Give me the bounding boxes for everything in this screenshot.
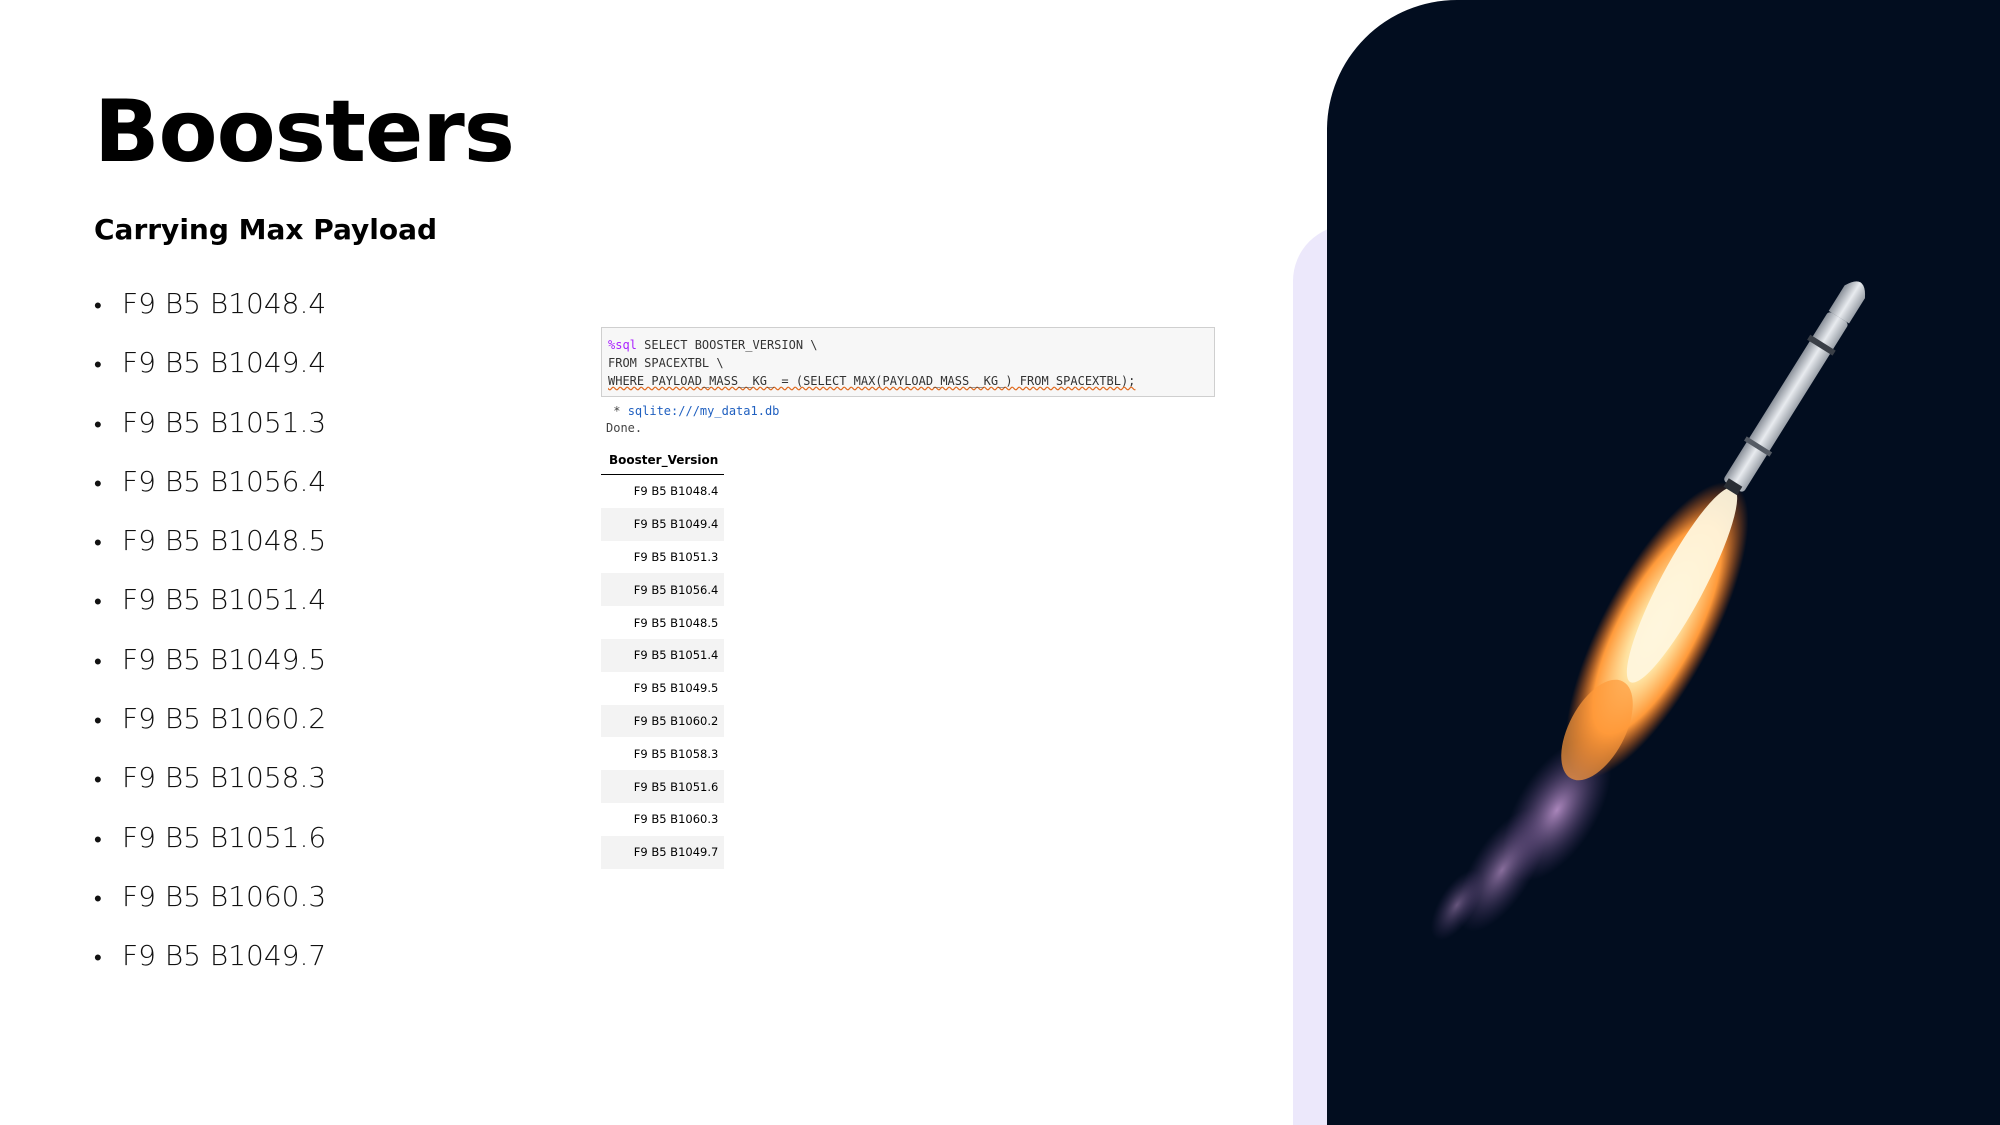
booster-bullet-text: F9 B5 B1051.3 <box>122 405 327 439</box>
booster-bullet-text: F9 B5 B1060.2 <box>122 702 327 736</box>
table-cell-booster-version: F9 B5 B1051.4 <box>601 638 725 672</box>
table-cell-booster-version: F9 B5 B1060.3 <box>633 812 719 827</box>
bullet-dot: • <box>94 886 102 912</box>
booster-bullet-item: • F9 B5 B1048.4 <box>94 282 326 341</box>
booster-bullet-text: F9 B5 B1060.3 <box>122 879 327 913</box>
table-cell-booster-version: F9 B5 B1048.4 <box>633 484 719 499</box>
booster-bullet-item: • F9 B5 B1051.3 <box>94 401 326 460</box>
bullet-dot: • <box>94 590 102 616</box>
sql-magic-keyword: %sql <box>608 338 637 352</box>
booster-bullet-list: • F9 B5 B1048.4 • F9 B5 B1049.4 • F9 B5 B1051… <box>94 282 326 994</box>
bullet-dot: • <box>94 827 102 853</box>
booster-bullet-item: • F9 B5 B1056.4 <box>94 460 326 519</box>
table-cell-booster-version: F9 B5 B1058.3 <box>633 746 719 761</box>
table-row: F9 B5 B1060.2 <box>601 704 725 738</box>
booster-bullet-text: F9 B5 B1051.6 <box>122 820 327 854</box>
table-row: F9 B5 B1051.6 <box>601 770 725 803</box>
table-row: F9 B5 B1049.4 <box>601 507 725 541</box>
booster-bullet-text: F9 B5 B1049.5 <box>122 642 327 676</box>
booster-bullet-text: F9 B5 B1049.7 <box>122 939 327 973</box>
bullet-dot: • <box>94 768 102 794</box>
done-status: Done. <box>606 421 643 435</box>
cell-output: * sqlite:///my_data1.db Done. <box>601 403 1215 437</box>
booster-bullet-item: • F9 B5 B1049.7 <box>94 934 326 993</box>
result-table: Booster_Version F9 B5 B1048.4 F9 B5 B1049… <box>601 447 725 869</box>
bullet-dot: • <box>94 412 102 438</box>
table-row: F9 B5 B1051.4 <box>601 638 725 672</box>
slide-title: Boosters <box>94 82 515 182</box>
table-cell-booster-version: F9 B5 B1048.5 <box>633 615 719 630</box>
booster-bullet-item: • F9 B5 B1058.3 <box>94 756 326 815</box>
booster-bullet-text: F9 B5 B1049.4 <box>122 346 327 380</box>
booster-bullet-text: F9 B5 B1048.4 <box>122 287 327 320</box>
booster-bullet-item: • F9 B5 B1051.6 <box>94 816 326 875</box>
booster-bullet-text: F9 B5 B1051.4 <box>122 583 327 617</box>
bullet-dot: • <box>94 946 102 972</box>
result-table-header-row: Booster_Version <box>601 447 725 475</box>
table-cell-booster-version: F9 B5 B1049.4 <box>601 507 725 541</box>
code-line-2: FROM SPACEXTBL \ <box>608 356 724 370</box>
slide-subtitle: Carrying Max Payload <box>94 213 438 246</box>
table-cell-booster-version: F9 B5 B1060.2 <box>601 704 725 738</box>
table-cell-booster-version: F9 B5 B1051.6 <box>601 770 725 803</box>
bullet-dot: • <box>94 649 102 675</box>
bullet-dot: • <box>94 531 102 557</box>
table-row: F9 B5 B1049.5 <box>601 672 724 705</box>
booster-bullet-item: • F9 B5 B1049.5 <box>94 638 326 697</box>
connection-prefix: * <box>606 404 628 418</box>
table-row: F9 B5 B1048.4 <box>601 475 724 508</box>
table-row: F9 B5 B1058.3 <box>601 737 724 770</box>
rocket-launch-photo <box>1327 0 2000 1125</box>
code-line-1-rest: SELECT BOOSTER_VERSION \ <box>636 338 818 352</box>
booster-bullet-item: • F9 B5 B1060.2 <box>94 697 326 756</box>
connection-line: * sqlite:///my_data1.db <box>606 403 1215 420</box>
booster-bullet-item: • F9 B5 B1049.4 <box>94 341 326 400</box>
booster-bullet-text: F9 B5 B1056.4 <box>122 464 327 498</box>
bullet-dot: • <box>94 353 102 379</box>
table-cell-booster-version: F9 B5 B1049.7 <box>601 835 725 869</box>
table-cell-booster-version: F9 B5 B1049.5 <box>633 681 719 696</box>
table-row: F9 B5 B1056.4 <box>601 573 725 607</box>
table-row: F9 B5 B1051.3 <box>601 541 724 574</box>
bullet-dot: • <box>94 471 102 497</box>
rocket-illustration <box>1430 281 1865 941</box>
code-line-3: WHERE PAYLOAD_MASS__KG_ = (SELECT MAX(PA… <box>608 374 1136 388</box>
sql-code-cell[interactable]: %sql SELECT BOOSTER_VERSION \ FROM SPACE… <box>601 327 1215 397</box>
notebook-screenshot: %sql SELECT BOOSTER_VERSION \ FROM SPACE… <box>601 327 1215 869</box>
column-header-booster-version: Booster_Version <box>601 447 725 475</box>
booster-bullet-text: F9 B5 B1048.5 <box>122 524 327 558</box>
booster-bullet-item: • F9 B5 B1048.5 <box>94 519 326 578</box>
bullet-dot: • <box>94 294 102 319</box>
table-row: F9 B5 B1048.5 <box>601 606 724 639</box>
bullet-dot: • <box>94 709 102 735</box>
connection-string: sqlite:///my_data1.db <box>627 404 780 418</box>
table-row: F9 B5 B1060.3 <box>601 803 724 836</box>
booster-bullet-item: • F9 B5 B1060.3 <box>94 875 326 934</box>
table-cell-booster-version: F9 B5 B1051.3 <box>633 549 719 564</box>
booster-bullet-item: • F9 B5 B1051.4 <box>94 578 326 637</box>
slide: Boosters Carrying Max Payload • F9 B5 B10… <box>0 0 2000 1125</box>
table-row: F9 B5 B1049.7 <box>601 835 725 869</box>
table-cell-booster-version: F9 B5 B1056.4 <box>601 573 725 607</box>
code-line-1: %sql SELECT BOOSTER_VERSION \ <box>608 336 1208 354</box>
booster-bullet-text: F9 B5 B1058.3 <box>122 761 327 795</box>
